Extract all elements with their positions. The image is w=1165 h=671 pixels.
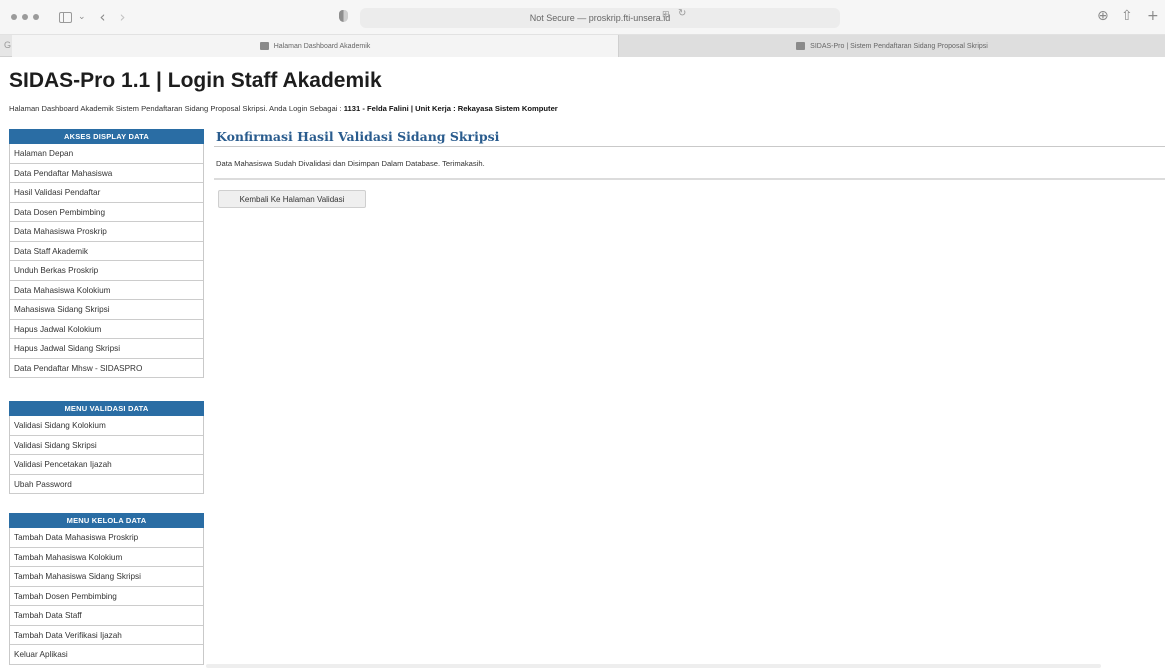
nav-item-hapus-jadwal-kolokium[interactable]: Hapus Jadwal Kolokium bbox=[10, 320, 203, 339]
tab-label: SIDAS-Pro | Sistem Pendaftaran Sidang Pr… bbox=[810, 42, 988, 50]
translate-icon[interactable]: ⊞ bbox=[662, 9, 670, 20]
back-to-validation-button[interactable]: Kembali Ke Halaman Validasi bbox=[218, 190, 366, 208]
message-divider bbox=[214, 178, 1165, 180]
address-bar[interactable]: Not Secure — proskrip.fti-unsera.id bbox=[360, 8, 840, 28]
heading-divider bbox=[214, 146, 1165, 147]
login-info-line: Halaman Dashboard Akademik Sistem Pendaf… bbox=[9, 104, 558, 113]
nav-item-data-mahasiswa-proskrip[interactable]: Data Mahasiswa Proskrip bbox=[10, 222, 203, 242]
reload-icon[interactable]: ↻ bbox=[678, 8, 686, 19]
nav-item-data-pendaftar-sidaspro[interactable]: Data Pendaftar Mhsw - SIDASPRO bbox=[10, 359, 203, 378]
nav-item-tambah-data-verifikasi-ijazah[interactable]: Tambah Data Verifikasi Ijazah bbox=[10, 626, 203, 645]
nav-section-heading: MENU KELOLA DATA bbox=[9, 513, 204, 528]
nav-item-hapus-jadwal-sidang-skripsi[interactable]: Hapus Jadwal Sidang Skripsi bbox=[10, 339, 203, 359]
nav-item-data-pendaftar-mahasiswa[interactable]: Data Pendaftar Mahasiswa bbox=[10, 164, 203, 183]
nav-item-mahasiswa-sidang-skripsi[interactable]: Mahasiswa Sidang Skripsi bbox=[10, 300, 203, 320]
download-icon[interactable]: ⊕ bbox=[1097, 8, 1109, 24]
nav-list: Validasi Sidang Kolokium Validasi Sidang… bbox=[9, 416, 204, 494]
address-text: Not Secure — proskrip.fti-unsera.id bbox=[529, 13, 671, 23]
nav-list: Tambah Data Mahasiswa Proskrip Tambah Ma… bbox=[9, 528, 204, 665]
nav-item-validasi-sidang-kolokium[interactable]: Validasi Sidang Kolokium bbox=[10, 416, 203, 436]
new-tab-plus-icon[interactable]: + bbox=[1147, 8, 1159, 24]
window-controls[interactable] bbox=[11, 14, 39, 20]
tab-bar: G Halaman Dashboard Akademik SIDAS-Pro |… bbox=[0, 35, 1165, 57]
nav-item-hasil-validasi-pendaftar[interactable]: Hasil Validasi Pendaftar bbox=[10, 183, 203, 203]
nav-item-validasi-sidang-skripsi[interactable]: Validasi Sidang Skripsi bbox=[10, 436, 203, 455]
nav-list: Halaman Depan Data Pendaftar Mahasiswa H… bbox=[9, 144, 204, 378]
back-arrow-icon[interactable]: ‹ bbox=[100, 9, 106, 25]
nav-item-ubah-password[interactable]: Ubah Password bbox=[10, 475, 203, 494]
nav-item-validasi-pencetakan-ijazah[interactable]: Validasi Pencetakan Ijazah bbox=[10, 455, 203, 475]
forward-arrow-icon[interactable]: › bbox=[120, 9, 126, 25]
nav-section-heading: MENU VALIDASI DATA bbox=[9, 401, 204, 416]
sidebar-toggle-icon[interactable] bbox=[59, 11, 72, 23]
info-unit: Unit Kerja : Rekayasa Sistem Komputer bbox=[415, 104, 558, 113]
chevron-down-icon[interactable]: ⌄ bbox=[78, 12, 86, 22]
minimize-window-icon[interactable] bbox=[22, 14, 28, 20]
tab-overflow-icon[interactable]: G bbox=[4, 40, 11, 50]
share-icon[interactable]: ⇧ bbox=[1121, 8, 1133, 24]
nav-item-halaman-depan[interactable]: Halaman Depan bbox=[10, 144, 203, 164]
confirmation-message: Data Mahasiswa Sudah Divalidasi dan Disi… bbox=[216, 159, 485, 168]
nav-item-tambah-mahasiswa-kolokium[interactable]: Tambah Mahasiswa Kolokium bbox=[10, 548, 203, 567]
nav-item-tambah-dosen-pembimbing[interactable]: Tambah Dosen Pembimbing bbox=[10, 587, 203, 606]
tab-dashboard[interactable]: Halaman Dashboard Akademik bbox=[12, 35, 618, 57]
nav-item-unduh-berkas-proskrip[interactable]: Unduh Berkas Proskrip bbox=[10, 261, 203, 281]
nav-section-kelola: MENU KELOLA DATA Tambah Data Mahasiswa P… bbox=[9, 513, 204, 665]
nav-section-display: AKSES DISPLAY DATA Halaman Depan Data Pe… bbox=[9, 129, 204, 378]
nav-item-tambah-mahasiswa-sidang-skripsi[interactable]: Tambah Mahasiswa Sidang Skripsi bbox=[10, 567, 203, 587]
nav-item-tambah-data-mahasiswa-proskrip[interactable]: Tambah Data Mahasiswa Proskrip bbox=[10, 528, 203, 548]
tab-sidas-pro[interactable]: SIDAS-Pro | Sistem Pendaftaran Sidang Pr… bbox=[618, 35, 1165, 57]
nav-item-data-mahasiswa-kolokium[interactable]: Data Mahasiswa Kolokium bbox=[10, 281, 203, 300]
privacy-shield-icon[interactable] bbox=[339, 10, 348, 22]
zoom-window-icon[interactable] bbox=[33, 14, 39, 20]
tab-label: Halaman Dashboard Akademik bbox=[273, 42, 371, 50]
nav-item-data-dosen-pembimbing[interactable]: Data Dosen Pembimbing bbox=[10, 203, 203, 222]
tab-favicon-icon bbox=[259, 42, 269, 50]
nav-section-heading: AKSES DISPLAY DATA bbox=[9, 129, 204, 144]
tab-favicon-icon bbox=[796, 42, 806, 50]
info-user: 1131 - Felda Falini bbox=[343, 104, 409, 113]
page-title: SIDAS-Pro 1.1 | Login Staff Akademik bbox=[9, 69, 382, 92]
nav-item-keluar-aplikasi[interactable]: Keluar Aplikasi bbox=[10, 645, 203, 665]
content-heading: Konfirmasi Hasil Validasi Sidang Skripsi bbox=[216, 129, 500, 144]
info-prefix: Halaman Dashboard Akademik Sistem Pendaf… bbox=[9, 104, 344, 113]
close-window-icon[interactable] bbox=[11, 14, 17, 20]
horizontal-scrollbar[interactable] bbox=[206, 664, 1101, 668]
nav-section-validasi: MENU VALIDASI DATA Validasi Sidang Kolok… bbox=[9, 401, 204, 494]
nav-item-tambah-data-staff[interactable]: Tambah Data Staff bbox=[10, 606, 203, 626]
nav-item-data-staff-akademik[interactable]: Data Staff Akademik bbox=[10, 242, 203, 261]
